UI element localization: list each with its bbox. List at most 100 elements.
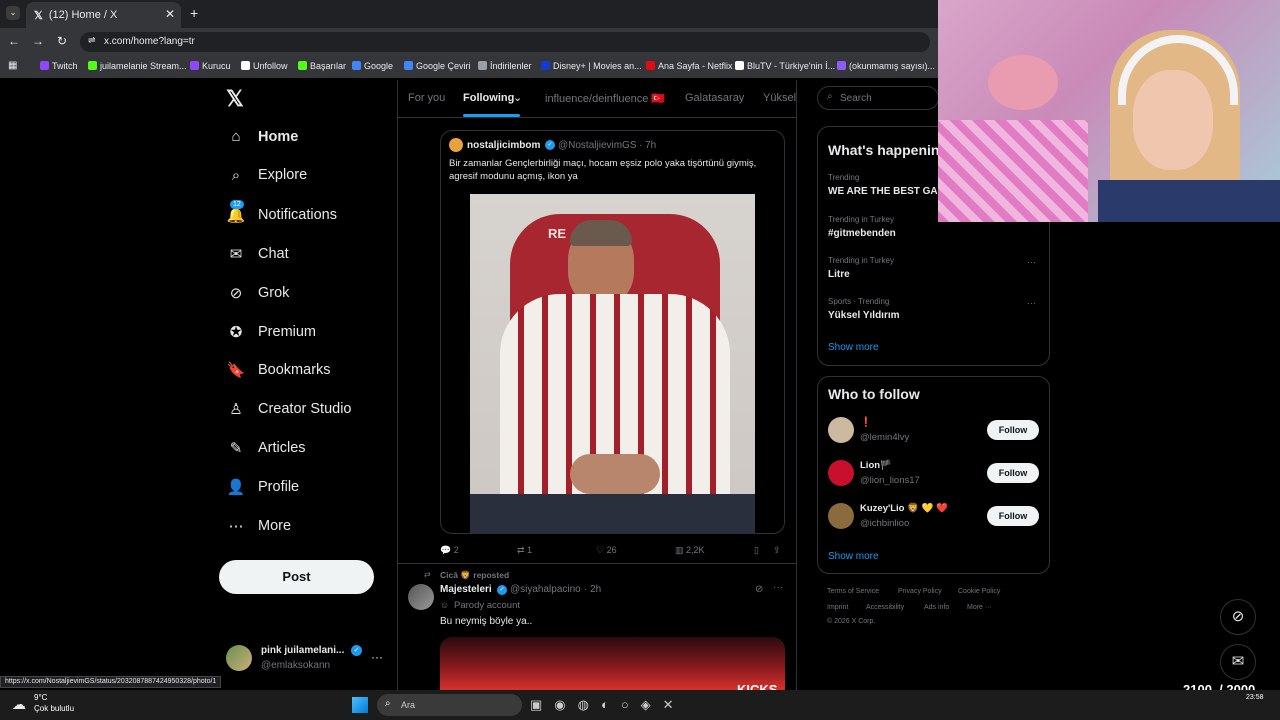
- nav-item-home[interactable]: ⌂ Home: [226, 128, 298, 145]
- post2-author-name[interactable]: Majesteleri: [440, 584, 492, 595]
- bookmark-item[interactable]: Google: [352, 61, 393, 71]
- nav-item-articles[interactable]: ✎ Articles: [226, 439, 306, 457]
- taskbar-search[interactable]: ⌕ Ara: [377, 694, 522, 716]
- bookmark-item[interactable]: Disney+ | Movies an...: [541, 61, 642, 71]
- forward-icon[interactable]: →: [32, 34, 44, 48]
- chevron-down-icon[interactable]: ⌄: [513, 91, 522, 104]
- post-time[interactable]: · 7h: [639, 140, 656, 151]
- more-dots-icon[interactable]: ···: [773, 582, 783, 593]
- nav-item-chat[interactable]: ✉ Chat: [226, 245, 289, 263]
- tab-list-icon[interactable]: ⌄: [6, 6, 20, 20]
- post-author-handle[interactable]: @NostaljievimGS: [558, 140, 637, 151]
- follow-button[interactable]: Follow: [987, 506, 1039, 526]
- bookmark-item[interactable]: Başarılar: [298, 61, 346, 71]
- search-box[interactable]: ⌕ Search: [817, 86, 939, 110]
- footer-link[interactable]: More ···: [967, 604, 992, 611]
- avatar[interactable]: [828, 417, 854, 443]
- trend-more-icon[interactable]: ···: [1027, 257, 1036, 267]
- feed-tab[interactable]: Yüksel: [763, 92, 796, 104]
- footer-link[interactable]: Accessibility: [866, 604, 904, 611]
- footer-link[interactable]: Terms of Service: [827, 588, 879, 595]
- x-logo-icon[interactable]: 𝕏: [226, 86, 244, 112]
- nav-item-grok[interactable]: ⊘ Grok: [226, 284, 290, 302]
- new-tab-icon[interactable]: +: [190, 5, 198, 21]
- repost-button[interactable]: ⇄ 1: [517, 545, 532, 556]
- reload-icon[interactable]: ↻: [57, 34, 67, 48]
- post2-avatar[interactable]: [408, 584, 434, 610]
- feed-tab[interactable]: influence/deinfluence 🇹🇷: [545, 92, 665, 105]
- footer-link[interactable]: Cookie Policy: [958, 588, 1000, 595]
- apps-grid-icon[interactable]: ▦: [8, 60, 17, 71]
- trend-name[interactable]: Litre: [828, 269, 850, 280]
- grok-icon[interactable]: ⊘: [755, 584, 763, 595]
- suggested-account-handle[interactable]: @lemin4lvy: [860, 432, 909, 443]
- nav-item-more[interactable]: ⋯ More: [226, 517, 292, 535]
- start-icon[interactable]: [352, 697, 368, 713]
- url-field[interactable]: ⇌ x.com/home?lang=tr: [80, 32, 930, 52]
- repost-label[interactable]: Cicâ 🦁 reposted: [440, 570, 509, 581]
- bookmark-icon[interactable]: ▯: [754, 545, 759, 556]
- trend-name[interactable]: Yüksel Yıldırım: [828, 310, 900, 321]
- more-dots-icon[interactable]: ···: [371, 650, 383, 664]
- taskbar-apps[interactable]: ▣◉◍◐○◈✕: [530, 697, 686, 713]
- post2-time[interactable]: · 2h: [584, 584, 601, 595]
- messages-float-button[interactable]: ✉: [1220, 644, 1256, 680]
- feed-tab[interactable]: For you: [408, 92, 445, 104]
- nav-item-explore[interactable]: ⌕ Explore: [226, 167, 307, 184]
- avatar[interactable]: [828, 460, 854, 486]
- nav-item-notifications[interactable]: 🔔 Notifications 12: [226, 199, 337, 224]
- footer-link[interactable]: Imprint: [827, 604, 848, 611]
- bookmark-item[interactable]: (okunmamış sayısı)...: [837, 61, 935, 71]
- bookmark-item[interactable]: Unfollow: [241, 61, 288, 71]
- bookmark-item[interactable]: Kurucu: [190, 61, 231, 71]
- post-button[interactable]: Post: [219, 560, 374, 594]
- trend-more-icon[interactable]: ···: [1027, 298, 1036, 308]
- follow-button[interactable]: Follow: [987, 420, 1039, 440]
- show-more-follow[interactable]: Show more: [828, 551, 879, 562]
- show-more-trends[interactable]: Show more: [828, 342, 879, 353]
- nav-item-creator-studio[interactable]: ♙ Creator Studio: [226, 400, 351, 418]
- like-button[interactable]: ♡ 26: [596, 545, 617, 556]
- nav-item-profile[interactable]: 👤 Profile: [226, 478, 299, 496]
- trend-name[interactable]: #gitmebenden: [828, 228, 896, 239]
- post2-media[interactable]: [440, 637, 785, 690]
- weather-temp[interactable]: 9°C: [34, 693, 47, 702]
- weather-icon[interactable]: ☁: [12, 696, 26, 713]
- weather-text[interactable]: Çok bulutlu: [34, 704, 74, 713]
- bookmark-item[interactable]: Google Çeviri: [404, 61, 471, 71]
- account-switcher[interactable]: pink juilamelani... ✓ @emlaksokann ···: [226, 640, 386, 674]
- bookmark-item[interactable]: Ana Sayfa - Netflix: [646, 61, 733, 71]
- suggested-account-name[interactable]: Kuzey'Lio 🦁 💛 ❤️: [860, 503, 948, 514]
- trend-name[interactable]: WE ARE THE BEST GAL: [828, 186, 944, 197]
- nav-item-premium[interactable]: ✪ Premium: [226, 323, 316, 341]
- feed-tab[interactable]: Galatasaray: [685, 92, 744, 104]
- bookmark-item[interactable]: juilamelanie Stream...: [88, 61, 187, 71]
- back-icon[interactable]: ←: [8, 34, 20, 48]
- clock-time[interactable]: 23:58: [1246, 694, 1264, 701]
- nav-item-bookmarks[interactable]: 🔖 Bookmarks: [226, 361, 331, 379]
- suggested-account-name[interactable]: ❗: [860, 417, 872, 428]
- post-photo[interactable]: RE: [470, 194, 755, 534]
- follow-button[interactable]: Follow: [987, 463, 1039, 483]
- post-author-name[interactable]: nostaljicimbom: [467, 140, 540, 151]
- close-tab-icon[interactable]: ✕: [165, 7, 175, 21]
- feed-tab[interactable]: Following: [463, 92, 514, 104]
- footer-link[interactable]: Privacy Policy: [898, 588, 942, 595]
- bookmark-item[interactable]: İndirilenler: [478, 61, 532, 71]
- bookmark-label: Ana Sayfa - Netflix: [658, 61, 733, 71]
- bookmark-item[interactable]: BluTV - Türkiye'nin İ...: [735, 61, 835, 71]
- post2-author-handle[interactable]: @siyahalpacino: [510, 584, 581, 595]
- suggested-account-name[interactable]: Lion🏴: [860, 460, 892, 471]
- suggested-account-handle[interactable]: @ichbinlioo: [860, 518, 909, 529]
- footer-link[interactable]: Ads info: [924, 604, 949, 611]
- suggested-account-handle[interactable]: @lion_lions17: [860, 475, 920, 486]
- bookmark-item[interactable]: Twitch: [40, 61, 78, 71]
- views-button[interactable]: ▥ 2,2K: [675, 545, 705, 556]
- avatar[interactable]: [828, 503, 854, 529]
- footer-link: © 2026 X Corp.: [827, 618, 876, 625]
- share-icon[interactable]: ⇪: [773, 545, 781, 556]
- browser-tab[interactable]: 𝕏 (12) Home / X ✕: [26, 2, 181, 28]
- site-info-icon[interactable]: ⇌: [88, 35, 96, 46]
- reply-button[interactable]: 💬 2: [440, 545, 459, 556]
- grok-float-button[interactable]: ⊘: [1220, 599, 1256, 635]
